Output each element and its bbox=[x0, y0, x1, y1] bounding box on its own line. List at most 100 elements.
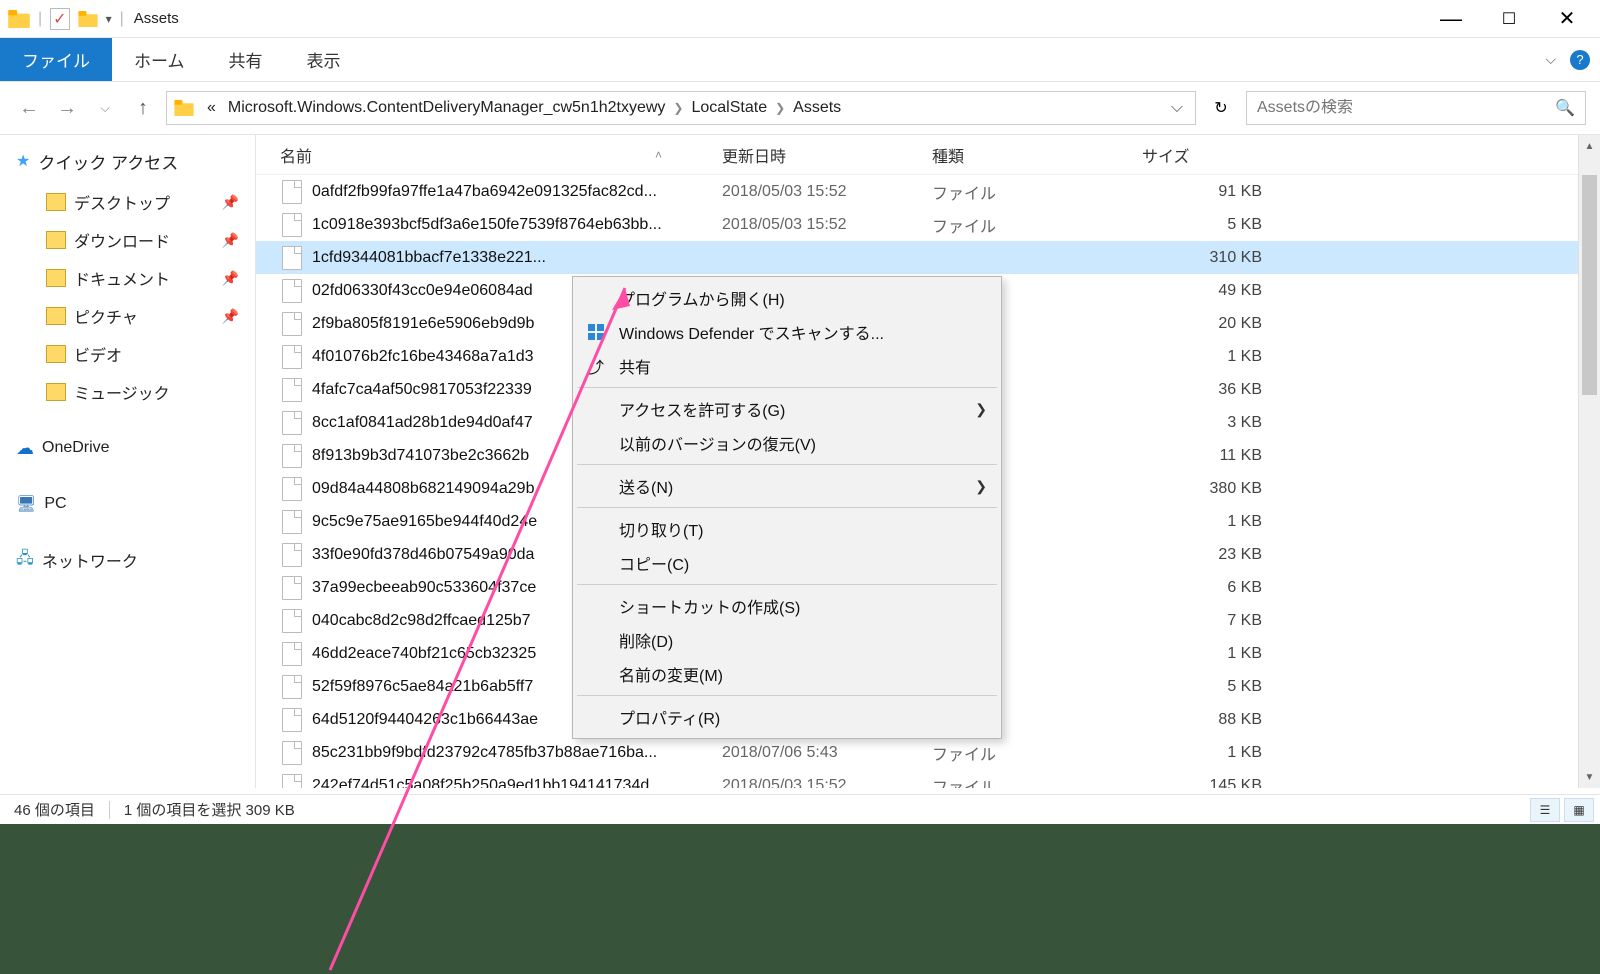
sidebar-item-label: ネットワーク bbox=[42, 548, 138, 572]
file-icon bbox=[282, 642, 302, 666]
sidebar-network[interactable]: 🖧 ネットワーク bbox=[0, 541, 255, 579]
file-size: 5 KB bbox=[1142, 216, 1272, 234]
sidebar-item-label: ダウンロード bbox=[74, 228, 170, 252]
qat-checkbox-icon[interactable]: ✓ bbox=[50, 8, 69, 30]
file-row[interactable]: 85c231bb9f9bdfd23792c4785fb37b88ae716ba.… bbox=[256, 736, 1600, 769]
search-icon[interactable]: 🔍 bbox=[1555, 98, 1575, 118]
close-button[interactable]: ✕ bbox=[1538, 0, 1596, 38]
sidebar-item-label: デスクトップ bbox=[74, 190, 170, 214]
view-details-button[interactable]: ☰ bbox=[1530, 798, 1560, 822]
file-size: 5 KB bbox=[1142, 678, 1272, 696]
folder-icon bbox=[46, 345, 66, 363]
pin-icon: 📌 bbox=[222, 308, 239, 325]
file-icon bbox=[282, 345, 302, 369]
menu-create-shortcut[interactable]: ショートカットの作成(S) bbox=[575, 589, 999, 623]
menu-grant-access[interactable]: アクセスを許可する(G)❯ bbox=[575, 392, 999, 426]
scroll-down-icon[interactable]: ▼ bbox=[1579, 766, 1600, 788]
sidebar-item-label: ミュージック bbox=[74, 380, 170, 404]
menu-send-to[interactable]: 送る(N)❯ bbox=[575, 469, 999, 503]
sidebar-quick-access[interactable]: ★ クイック アクセス bbox=[0, 139, 255, 183]
view-thumbnails-button[interactable]: ▦ bbox=[1564, 798, 1594, 822]
menu-properties[interactable]: プロパティ(R) bbox=[575, 700, 999, 734]
history-dropdown[interactable]: ⌵ bbox=[90, 93, 120, 123]
file-row[interactable]: 1c0918e393bcf5df3a6e150fe7539f8764eb63bb… bbox=[256, 208, 1600, 241]
column-name[interactable]: 名前˄ bbox=[256, 143, 722, 167]
sidebar-item-pictures[interactable]: ピクチャ 📌 bbox=[0, 297, 255, 335]
column-date[interactable]: 更新日時 bbox=[722, 143, 932, 167]
back-button[interactable]: ← bbox=[14, 93, 44, 123]
up-button[interactable]: ↑ bbox=[128, 93, 158, 123]
help-icon[interactable]: ? bbox=[1570, 50, 1590, 70]
file-size: 23 KB bbox=[1142, 546, 1272, 564]
file-size: 310 KB bbox=[1142, 249, 1272, 267]
menu-open-with[interactable]: プログラムから開く(H) bbox=[575, 281, 999, 315]
menu-share[interactable]: ⤴ 共有 bbox=[575, 349, 999, 383]
file-type: ファイル bbox=[932, 774, 1142, 789]
breadcrumb-0[interactable]: Microsoft.Windows.ContentDeliveryManager… bbox=[222, 99, 672, 117]
scroll-up-icon[interactable]: ▲ bbox=[1579, 135, 1600, 157]
chevron-right-icon[interactable]: ❯ bbox=[773, 101, 787, 115]
address-dropdown-icon[interactable]: ⌵ bbox=[1165, 99, 1189, 117]
file-icon bbox=[282, 411, 302, 435]
folder-icon bbox=[46, 231, 66, 249]
sidebar-item-downloads[interactable]: ダウンロード 📌 bbox=[0, 221, 255, 259]
ribbon-collapse-icon[interactable]: ⌵ bbox=[1537, 47, 1564, 72]
sidebar-item-videos[interactable]: ビデオ bbox=[0, 335, 255, 373]
file-name: 0afdf2fb99fa97ffe1a47ba6942e091325fac82c… bbox=[312, 183, 722, 201]
chevron-right-icon[interactable]: ❯ bbox=[671, 101, 685, 115]
breadcrumb-1[interactable]: LocalState bbox=[685, 99, 773, 117]
tab-file[interactable]: ファイル bbox=[0, 38, 112, 81]
menu-cut[interactable]: 切り取り(T) bbox=[575, 512, 999, 546]
minimize-button[interactable]: — bbox=[1422, 0, 1480, 38]
sidebar-pc[interactable]: 🖥 PC bbox=[0, 485, 255, 523]
breadcrumb-prefix[interactable]: « bbox=[201, 99, 222, 117]
status-selection: 1 個の項目を選択 309 KB bbox=[110, 799, 309, 820]
tab-share[interactable]: 共有 bbox=[207, 38, 285, 81]
menu-copy[interactable]: コピー(C) bbox=[575, 546, 999, 580]
sidebar-item-music[interactable]: ミュージック bbox=[0, 373, 255, 411]
menu-separator bbox=[577, 584, 997, 585]
file-icon bbox=[282, 312, 302, 336]
file-icon bbox=[282, 609, 302, 633]
file-row[interactable]: 242ef74d51c5a08f25b250a9ed1bb194141734d.… bbox=[256, 769, 1600, 788]
tab-home[interactable]: ホーム bbox=[112, 38, 207, 81]
file-size: 1 KB bbox=[1142, 513, 1272, 531]
menu-defender-scan[interactable]: Windows Defender でスキャンする... bbox=[575, 315, 999, 349]
menu-delete[interactable]: 削除(D) bbox=[575, 623, 999, 657]
maximize-button[interactable]: ☐ bbox=[1480, 0, 1538, 38]
scroll-thumb[interactable] bbox=[1582, 175, 1597, 395]
menu-previous-versions[interactable]: 以前のバージョンの復元(V) bbox=[575, 426, 999, 460]
sidebar-item-documents[interactable]: ドキュメント 📌 bbox=[0, 259, 255, 297]
file-icon bbox=[282, 477, 302, 501]
qat-dropdown-icon[interactable]: ▾ bbox=[106, 12, 112, 26]
column-size[interactable]: サイズ bbox=[1142, 143, 1282, 167]
sidebar-onedrive[interactable]: ☁ OneDrive bbox=[0, 429, 255, 467]
menu-rename[interactable]: 名前の変更(M) bbox=[575, 657, 999, 691]
search-input[interactable] bbox=[1257, 99, 1555, 117]
pin-icon: 📌 bbox=[222, 194, 239, 211]
address-bar[interactable]: « Microsoft.Windows.ContentDeliveryManag… bbox=[166, 91, 1196, 125]
breadcrumb-2[interactable]: Assets bbox=[787, 99, 847, 117]
refresh-button[interactable]: ↻ bbox=[1204, 91, 1238, 125]
file-date: 2018/07/06 5:43 bbox=[722, 744, 932, 762]
column-type[interactable]: 種類 bbox=[932, 143, 1142, 167]
nav-toolbar: ← → ⌵ ↑ « Microsoft.Windows.ContentDeliv… bbox=[0, 82, 1600, 134]
status-item-count: 46 個の項目 bbox=[0, 799, 109, 820]
file-row[interactable]: 1cfd9344081bbacf7e1338e221...310 KB bbox=[256, 241, 1600, 274]
file-icon bbox=[282, 180, 302, 204]
sidebar-item-desktop[interactable]: デスクトップ 📌 bbox=[0, 183, 255, 221]
file-icon bbox=[282, 378, 302, 402]
file-size: 6 KB bbox=[1142, 579, 1272, 597]
search-box[interactable]: 🔍 bbox=[1246, 91, 1586, 125]
tab-view[interactable]: 表示 bbox=[285, 38, 363, 81]
vertical-scrollbar[interactable]: ▲ ▼ bbox=[1578, 135, 1600, 788]
file-row[interactable]: 0afdf2fb99fa97ffe1a47ba6942e091325fac82c… bbox=[256, 175, 1600, 208]
qat-folder-icon[interactable] bbox=[78, 11, 98, 27]
sort-indicator-icon: ˄ bbox=[655, 148, 662, 162]
file-size: 91 KB bbox=[1142, 183, 1272, 201]
file-type: ファイル bbox=[932, 180, 1142, 204]
forward-button[interactable]: → bbox=[52, 93, 82, 123]
window-title: Assets bbox=[134, 10, 179, 27]
file-size: 88 KB bbox=[1142, 711, 1272, 729]
star-icon: ★ bbox=[16, 151, 30, 171]
